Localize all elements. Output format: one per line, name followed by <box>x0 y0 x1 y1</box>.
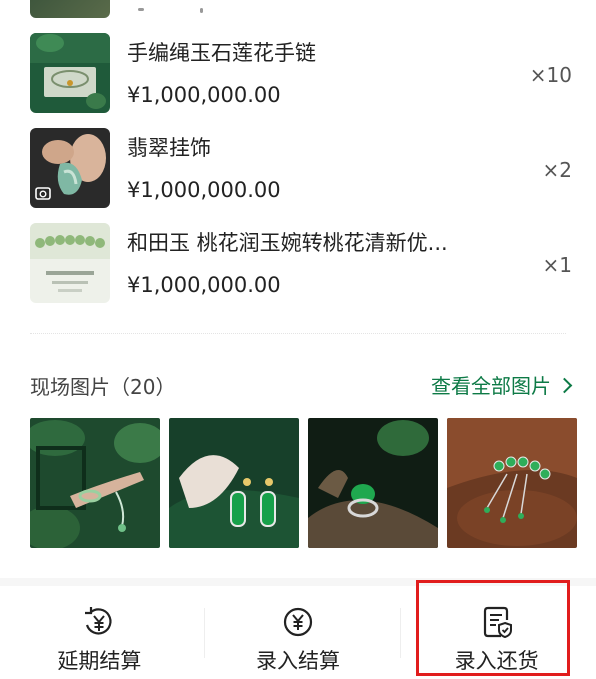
product-thumbnail <box>30 128 110 208</box>
product-name: 手编绳玉石莲花手链 <box>127 41 316 65</box>
site-photo[interactable] <box>447 418 577 548</box>
view-all-photos-link[interactable]: 查看全部图片 <box>431 370 573 399</box>
product-quantity: ×1 <box>542 253 572 277</box>
product-thumbnail <box>30 33 110 113</box>
enter-settlement-button[interactable]: 录入结算 <box>199 586 398 679</box>
product-name: 和田玉 桃花润玉婉转桃花清新优... <box>127 231 448 255</box>
defer-settlement-label: 延期结算 <box>57 649 142 673</box>
product-price: ¥1,000,000.00 <box>127 273 281 297</box>
site-photo[interactable] <box>169 418 299 548</box>
previous-product-thumbnail <box>30 0 110 18</box>
product-item[interactable]: 手编绳玉石莲花手链 ¥1,000,000.00 ×10 <box>30 33 572 113</box>
yen-circle-icon <box>283 607 313 637</box>
product-price: ¥1,000,000.00 <box>127 178 281 202</box>
site-photo[interactable] <box>30 418 160 548</box>
product-name: 翡翠挂饰 <box>127 136 211 160</box>
enter-settlement-label: 录入结算 <box>256 649 340 673</box>
product-quantity: ×2 <box>542 158 572 182</box>
product-quantity: ×10 <box>529 63 572 87</box>
site-photo[interactable] <box>308 418 438 548</box>
view-all-photos-label: 查看全部图片 <box>431 374 551 398</box>
defer-settlement-button[interactable]: 延期结算 <box>0 586 199 679</box>
product-thumbnail <box>30 223 110 303</box>
product-item[interactable]: 和田玉 桃花润玉婉转桃花清新优... ¥1,000,000.00 ×1 <box>30 223 572 303</box>
product-item[interactable]: 翡翠挂饰 ¥1,000,000.00 ×2 <box>30 128 572 208</box>
highlight-box <box>416 580 570 676</box>
chevron-right-icon <box>556 377 573 394</box>
photo-gallery <box>30 418 577 548</box>
product-price: ¥1,000,000.00 <box>127 83 281 107</box>
section-divider <box>30 333 566 334</box>
site-photos-title: 现场图片（20） <box>30 375 176 399</box>
previous-product-text-fragment <box>200 8 203 13</box>
yen-refresh-icon <box>85 607 112 635</box>
previous-product-text-fragment <box>138 8 144 11</box>
